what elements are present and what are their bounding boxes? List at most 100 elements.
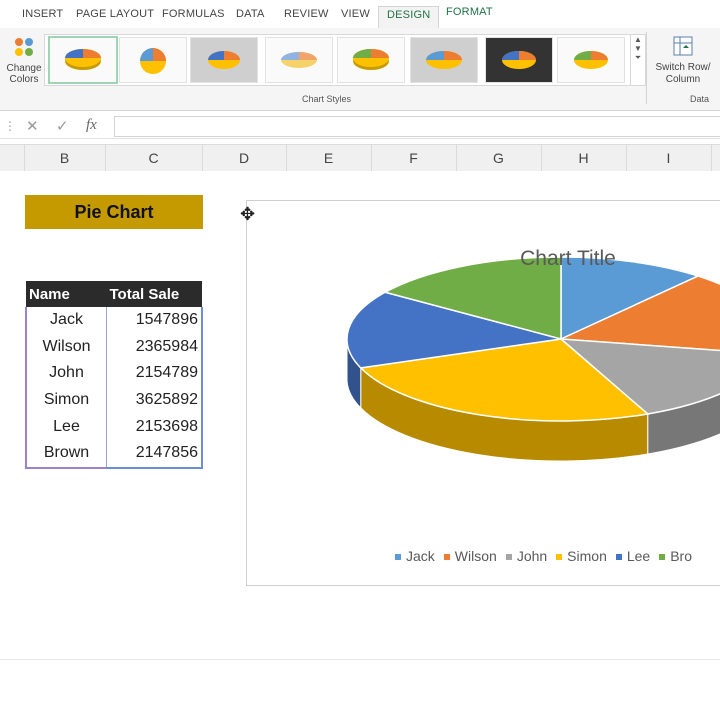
pie-thumb-icon xyxy=(140,48,166,74)
total-sale-cell[interactable]: 1547896 xyxy=(106,307,203,334)
formula-bar: ⋮ ✕ ✓ fx xyxy=(0,114,720,139)
column-header-g[interactable]: G xyxy=(456,145,542,171)
switch-row-column-icon xyxy=(673,36,693,56)
pie-thumb-icon xyxy=(574,51,608,69)
tab-insert[interactable]: INSERT xyxy=(22,8,63,20)
scroll-down-icon[interactable]: ▼ xyxy=(631,44,645,53)
column-header-b[interactable]: B xyxy=(24,145,106,171)
table-header-total-sale[interactable]: Total Sale xyxy=(106,281,202,307)
formula-input[interactable] xyxy=(114,116,720,137)
table-row: John 2154789 xyxy=(25,360,203,387)
table-header-name[interactable]: Name xyxy=(26,281,107,307)
chart-style-thumb-8[interactable] xyxy=(557,37,625,83)
legend-swatch xyxy=(443,554,450,561)
table-row: Jack 1547896 xyxy=(25,307,203,334)
chart-title[interactable]: Chart Title xyxy=(493,247,643,271)
name-cell[interactable]: Lee xyxy=(25,413,107,440)
switch-row-column-button[interactable]: Switch Row/ Column xyxy=(652,34,714,86)
pie-chart-plot xyxy=(346,256,720,462)
more-options-icon[interactable]: ⋮ xyxy=(4,119,16,133)
pie-thumb-icon xyxy=(65,49,101,70)
tab-review[interactable]: REVIEW xyxy=(284,8,329,20)
legend-item-brown[interactable]: Bro xyxy=(659,548,692,564)
worksheet-grid[interactable]: Pie Chart Name Total Sale Jack 1547896 W… xyxy=(0,171,720,659)
corner-cell[interactable] xyxy=(0,145,25,171)
chart-style-thumb-1[interactable] xyxy=(48,36,118,84)
change-colors-label-line2: Colors xyxy=(9,74,39,85)
legend-item-jack[interactable]: Jack xyxy=(395,548,435,564)
chart-legend[interactable]: Jack Wilson John Simon Lee Bro xyxy=(395,548,701,564)
legend-item-simon[interactable]: Simon xyxy=(556,548,607,564)
name-cell[interactable]: Simon xyxy=(25,386,107,414)
group-divider xyxy=(646,32,647,104)
legend-label: Wilson xyxy=(454,548,497,564)
legend-label: Simon xyxy=(567,548,607,564)
legend-swatch xyxy=(505,554,512,561)
name-cell[interactable]: Brown xyxy=(25,439,107,469)
table-row: Brown 2147856 xyxy=(25,439,203,469)
name-cell[interactable]: Wilson xyxy=(25,333,107,361)
switch-label-line2: Column xyxy=(665,74,701,85)
legend-item-john[interactable]: John xyxy=(505,548,548,564)
switch-label-line1: Switch Row/ xyxy=(655,62,711,73)
change-colors-button[interactable]: Change Colors xyxy=(2,34,46,96)
chart-style-thumb-5[interactable] xyxy=(337,37,405,83)
column-header-h[interactable]: H xyxy=(541,145,627,171)
chart-style-thumb-2[interactable] xyxy=(119,37,187,83)
chart-style-thumb-4[interactable] xyxy=(265,37,333,83)
column-header-e[interactable]: E xyxy=(286,145,372,171)
legend-item-lee[interactable]: Lee xyxy=(615,548,650,564)
chart-style-thumb-3[interactable] xyxy=(190,37,258,83)
checkmark-icon[interactable]: ✓ xyxy=(56,117,69,135)
legend-item-wilson[interactable]: Wilson xyxy=(443,548,497,564)
table-row: Wilson 2365984 xyxy=(25,333,203,361)
total-sale-cell[interactable]: 2153698 xyxy=(106,413,203,440)
name-cell[interactable]: Jack xyxy=(25,307,107,334)
pie-thumb-icon xyxy=(353,49,389,70)
data-group-label: Data xyxy=(690,94,710,104)
gallery-scroll-buttons[interactable]: ▲ ▼ ⏷ xyxy=(630,34,646,86)
column-header-d[interactable]: D xyxy=(202,145,287,171)
scroll-up-icon[interactable]: ▲ xyxy=(631,35,645,44)
total-sale-cell[interactable]: 2365984 xyxy=(106,333,203,361)
pie-thumb-icon xyxy=(502,51,536,69)
name-cell[interactable]: John xyxy=(25,360,107,387)
chart-style-thumb-6[interactable] xyxy=(410,37,478,83)
palette-icon xyxy=(15,38,33,56)
chart-object[interactable]: Chart Title Jack Wilson John Simon Lee Bro xyxy=(246,200,720,586)
tab-formulas[interactable]: FORMULAS xyxy=(162,8,225,20)
legend-label: John xyxy=(516,548,548,564)
legend-swatch xyxy=(615,554,622,561)
pie-thumb-icon xyxy=(426,51,462,69)
more-styles-icon[interactable]: ⏷ xyxy=(631,53,645,63)
total-sale-cell[interactable]: 2147856 xyxy=(106,439,203,469)
column-header-row: B C D E F G H I xyxy=(0,144,720,172)
total-sale-cell[interactable]: 2154789 xyxy=(106,360,203,387)
tab-view[interactable]: VIEW xyxy=(341,8,370,20)
chart-styles-group-label: Chart Styles xyxy=(302,94,352,104)
insert-function-icon[interactable]: fx xyxy=(86,117,97,134)
legend-label: Bro xyxy=(670,548,693,564)
column-header-f[interactable]: F xyxy=(371,145,457,171)
legend-swatch xyxy=(659,554,666,561)
chart-style-thumb-7[interactable] xyxy=(485,37,553,83)
tab-page-layout[interactable]: PAGE LAYOUT xyxy=(76,8,154,20)
legend-swatch xyxy=(556,554,563,561)
chart-styles-gallery xyxy=(44,34,632,86)
total-sale-cell[interactable]: 3625892 xyxy=(106,386,203,414)
tab-design[interactable]: DESIGN xyxy=(378,6,440,29)
tab-format[interactable]: FORMAT xyxy=(446,6,493,18)
change-colors-label-line1: Change xyxy=(6,63,42,74)
pie-thumb-icon xyxy=(281,52,317,68)
table-row: Lee 2153698 xyxy=(25,413,203,440)
column-header-c[interactable]: C xyxy=(105,145,203,171)
cancel-x-icon[interactable]: ✕ xyxy=(26,117,39,135)
pie-chart-banner-cell[interactable]: Pie Chart xyxy=(25,195,203,229)
move-cursor-icon: ✥ xyxy=(240,204,256,224)
ribbon-design-panel: Change Colors ▲ ▼ ⏷ Chart Styles Switch … xyxy=(0,28,720,111)
ribbon-tab-strip: INSERT PAGE LAYOUT FORMULAS DATA REVIEW … xyxy=(0,0,720,29)
tab-data[interactable]: DATA xyxy=(236,8,265,20)
table-row: Simon 3625892 xyxy=(25,386,203,414)
column-header-i[interactable]: I xyxy=(626,145,712,171)
legend-label: Jack xyxy=(406,548,435,564)
